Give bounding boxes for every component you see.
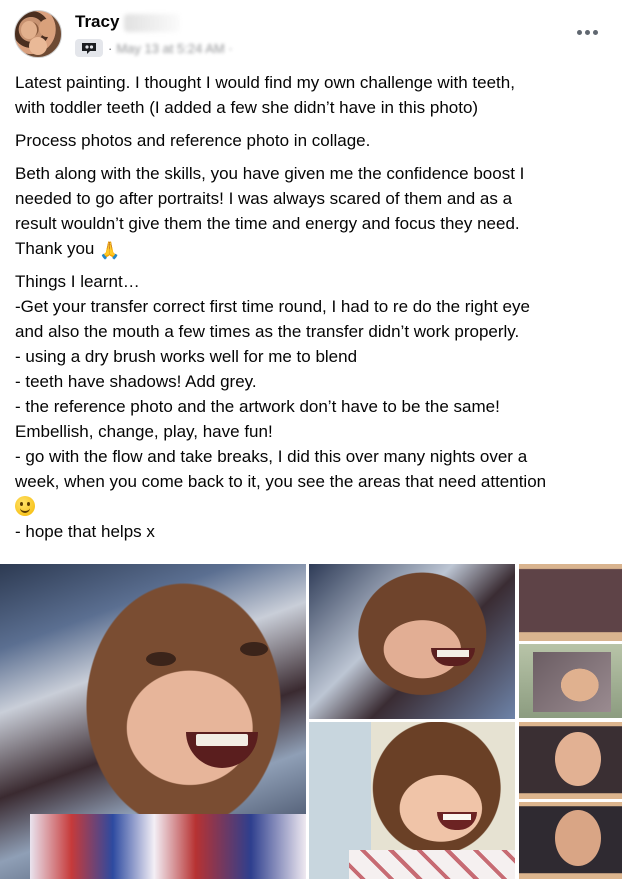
text-line: - teeth have shadows! Add grey.: [15, 372, 257, 391]
text-segment: Thank you: [15, 239, 95, 258]
author-name[interactable]: Tracy: [75, 12, 119, 32]
canvas-sketch: [533, 652, 611, 712]
author-avatar[interactable]: [14, 10, 62, 58]
text-line: -Get your transfer correct first time ro…: [15, 297, 530, 316]
painted-eye: [240, 642, 268, 656]
photo-teeth: [443, 814, 471, 820]
text-line: week, when you come back to it, you see …: [15, 472, 547, 491]
painted-teeth: [437, 650, 469, 657]
smiling-face-emoji-icon: [15, 496, 35, 516]
text-line: with toddler teeth (I added a few she di…: [15, 98, 479, 117]
more-options-button[interactable]: [572, 22, 602, 42]
text-line-with-emoji: Thank you 🙏: [15, 236, 615, 261]
painted-teeth: [196, 734, 248, 746]
text-line: Process photos and reference photo in co…: [15, 131, 371, 150]
post-timestamp[interactable]: May 13 at 5:24 AM ·: [116, 41, 232, 56]
post-paragraph: Latest painting. I thought I would find …: [15, 70, 615, 120]
folded-hands-emoji-icon: 🙏: [99, 241, 121, 261]
text-line: - go with the flow and take breaks, I di…: [15, 447, 528, 466]
text-line: - using a dry brush works well for me to…: [15, 347, 358, 366]
painted-eye: [146, 652, 176, 666]
post-header: Tracy · May 13 at 5:24 AM ·: [0, 0, 622, 66]
text-line: Beth along with the skills, you have giv…: [15, 164, 525, 183]
reference-photo[interactable]: [309, 722, 515, 879]
text-line: Embellish, change, play, have fun!: [15, 422, 273, 441]
avatar-face: [39, 19, 55, 37]
painted-shirt: [30, 814, 306, 879]
painted-face: [555, 732, 601, 786]
more-horizontal-icon: [592, 29, 598, 35]
post-text: Latest painting. I thought I would find …: [15, 70, 615, 552]
post-meta: · May 13 at 5:24 AM ·: [75, 38, 233, 58]
more-horizontal-icon: [584, 29, 590, 35]
text-line: needed to go after portraits! I was alwa…: [15, 189, 513, 208]
post-paragraph: Process photos and reference photo in co…: [15, 128, 615, 153]
group-icon[interactable]: [75, 39, 103, 57]
more-horizontal-icon: [576, 29, 582, 35]
post-paragraph: Beth along with the skills, you have giv…: [15, 161, 615, 261]
text-line: - the reference photo and the artwork do…: [15, 397, 500, 416]
text-line: Things I learnt…: [15, 272, 140, 291]
post-paragraph: Things I learnt… -Get your transfer corr…: [15, 269, 615, 544]
process-photo-blank-canvas[interactable]: [519, 564, 622, 641]
avatar-face: [29, 37, 47, 55]
painted-face: [555, 810, 601, 866]
author-surname-blurred: [124, 14, 180, 32]
text-line: result wouldn’t give them the time and e…: [15, 214, 520, 233]
photo-collage: [0, 564, 622, 879]
painting-photo-wide[interactable]: [309, 564, 515, 719]
photo-shirt: [349, 850, 515, 879]
text-line-emoji: [15, 494, 615, 519]
text-line: - hope that helps x: [15, 522, 155, 541]
text-line: and also the mouth a few times as the tr…: [15, 322, 520, 341]
process-photo-stage-2[interactable]: [519, 722, 622, 799]
meta-separator: ·: [108, 40, 113, 56]
painting-photo-main[interactable]: [0, 564, 306, 879]
process-photo-stage-3[interactable]: [519, 802, 622, 879]
process-photo-sketch[interactable]: [519, 644, 622, 718]
avatar-face: [21, 21, 37, 39]
text-line: Latest painting. I thought I would find …: [15, 73, 515, 92]
